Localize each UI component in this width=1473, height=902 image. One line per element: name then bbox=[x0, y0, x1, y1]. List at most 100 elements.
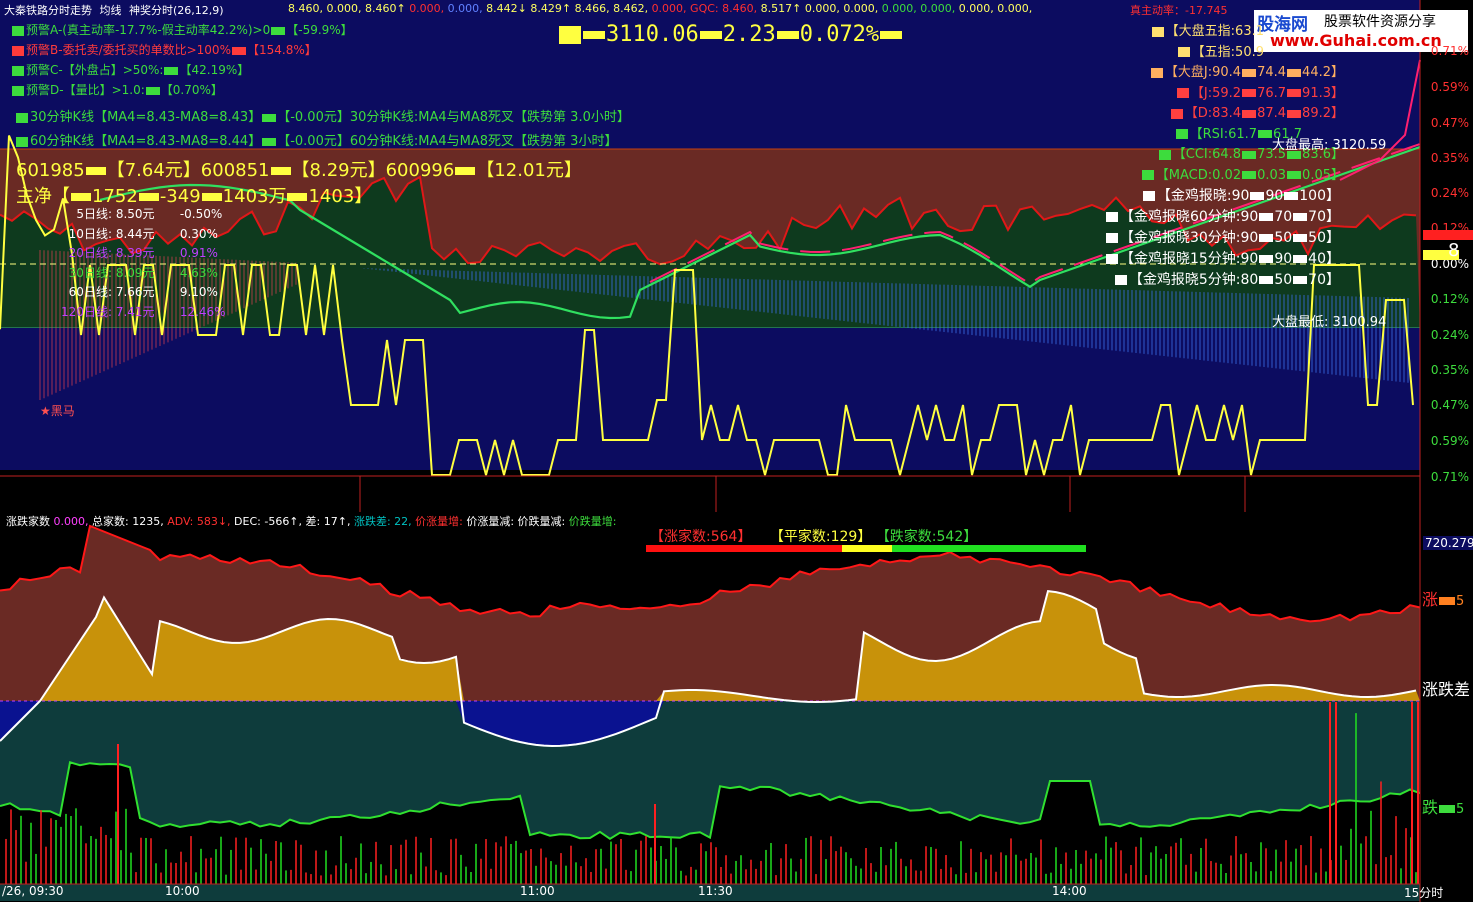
index-change: 2.23 bbox=[722, 22, 776, 47]
market-high: 大盘最高: 3120.59 bbox=[1272, 138, 1387, 153]
breadth-axis-top: 720.279 bbox=[1423, 536, 1473, 550]
chart-window: 大秦铁路分时走势 均线 神奖分时(26,12,9) 8.460, 0.000, … bbox=[0, 0, 1473, 902]
ma-table: 5日线: 8.50元 -0.50% 10日线: 8.44元 0.30% 20日线: … bbox=[40, 205, 226, 322]
indicator-market-j: 【大盘J:90.4 74.4 44.2】 bbox=[1110, 63, 1344, 84]
header-indicator[interactable]: 神奖分时(26,12,9) bbox=[129, 4, 224, 17]
alert-d: 预警D-【量比】>1.0: 【0.70%】 bbox=[12, 80, 353, 100]
breadth-bar-up bbox=[646, 545, 842, 552]
header-readout: 0.000, bbox=[958, 2, 998, 15]
price-axis-tick: 0.24% bbox=[1430, 328, 1469, 342]
header-tail: 真主动率：-17.745 bbox=[1130, 4, 1228, 17]
header-readout: 0.000, bbox=[326, 2, 365, 15]
golden-rooster-5: 【金鸡报晓5分钟:80 50 70】 bbox=[1060, 270, 1340, 291]
breadth-header-item: 总家数: 1235, bbox=[88, 515, 164, 528]
indicator-market-five: 【大盘五指:63.1 bbox=[1110, 22, 1344, 43]
breadth-legend: 【涨家数:564】 【平家数:129】 【跌家数:542】 bbox=[650, 526, 977, 546]
price-axis-tick: 0.35% bbox=[1430, 363, 1469, 377]
header-readout: 0.000, bbox=[651, 2, 691, 15]
header-readout: 8.462, bbox=[613, 2, 652, 15]
kline-status: 30分钟K线【MA4=8.43-MA8=8.43】 【-0.00元】30分钟K线:… bbox=[16, 106, 630, 154]
breadth-title: 涨跌家数 bbox=[6, 515, 50, 528]
header-readout: 8.466, bbox=[574, 2, 614, 15]
price-marker-red bbox=[1423, 230, 1473, 240]
breadth-header-item: 价跌量增: bbox=[565, 515, 617, 528]
time-label-open: /26, 09:30 bbox=[2, 884, 64, 898]
time-label-1100: 11:00 bbox=[520, 884, 555, 898]
axis-diff-label: 涨跌差 bbox=[1422, 680, 1471, 699]
price-axis-tick: 0.47% bbox=[1430, 398, 1469, 412]
breadth-header-item: 0.000, bbox=[53, 515, 89, 528]
index-value: 3110.06 bbox=[606, 22, 699, 47]
indicator-panel: 【大盘五指:63.1 【五指:50.9 【大盘J:90.4 74.4 44.2】 【… bbox=[1110, 22, 1344, 186]
header-title: 大秦铁路分时走势 bbox=[4, 4, 92, 17]
breadth-up: 【涨家数:564】 bbox=[650, 529, 752, 545]
header-readout: 0.000, bbox=[409, 2, 448, 15]
breadth-header-item: 价跌量减: bbox=[514, 515, 566, 528]
kline-60min: 60分钟K线【MA4=8.43-MA8=8.44】 【-0.00元】60分钟K线:… bbox=[16, 130, 630, 154]
ma-5: 5日线: 8.50元 -0.50% bbox=[76, 207, 223, 221]
alert-list: 预警A-(真主动率-17.7%-假主动率42.2%)>0 【-59.9%】 预警B… bbox=[12, 20, 353, 100]
golden-rooster-60: 【金鸡报晓60分钟:90 70 70】 bbox=[1060, 207, 1340, 228]
golden-rooster-daily: 【金鸡报晓:90 90 100】 bbox=[1060, 186, 1340, 207]
indicator-five: 【五指:50.9 bbox=[1110, 43, 1344, 64]
time-axis: /26, 09:30 10:00 11:00 11:30 14:00 15分时 bbox=[0, 884, 1473, 902]
time-label-1000: 10:00 bbox=[165, 884, 200, 898]
alert-c: 预警C-【外盘占】>50%: 【42.19%】 bbox=[12, 60, 353, 80]
breadth-bar-down bbox=[892, 545, 1086, 552]
axis-up-label: 涨5 bbox=[1422, 590, 1465, 609]
breadth-header-item: 价涨量增: bbox=[411, 515, 463, 528]
header-readout: 0.000, bbox=[804, 2, 844, 15]
ma-10: 10日线: 8.44元 0.30% bbox=[68, 226, 218, 241]
index-quote: 3110.06 2.23 0.072% bbox=[558, 22, 903, 47]
price-axis-tick: 0.71% bbox=[1430, 470, 1469, 484]
price-axis-tick: 0.12% bbox=[1430, 292, 1469, 306]
alert-b: 预警B-委托卖/委托买的单数比>100% 【154.8%】 bbox=[12, 40, 353, 60]
golden-rooster-15: 【金鸡报晓15分钟:90 90 40】 bbox=[1060, 249, 1340, 270]
time-label-1130: 11:30 bbox=[698, 884, 733, 898]
star-label: ★黑马 bbox=[40, 404, 75, 418]
price-axis-tick: 0.59% bbox=[1430, 80, 1469, 94]
header-mode[interactable]: 均线 bbox=[100, 4, 122, 17]
header-readout: 0.000, bbox=[881, 2, 921, 15]
price-axis-tick: 0.47% bbox=[1430, 116, 1469, 130]
header-readout: 8.517↑ bbox=[760, 2, 805, 15]
header-readout: 8.460↑ bbox=[364, 2, 410, 15]
time-label-close: 15分时 bbox=[1404, 886, 1444, 900]
breadth-header-item: DEC: -566↑, bbox=[230, 515, 303, 528]
breadth-header: 涨跌家数 0.000, 总家数: 1235, ADV: 583↓, DEC: -… bbox=[6, 513, 616, 529]
indicator-j: 【J:59.2 76.7 91.3】 bbox=[1110, 84, 1344, 105]
header-readouts: 8.460, 0.000, 8.460↑ 0.000, 0.000, 8.442… bbox=[288, 2, 1032, 15]
ma-120: 120日线: 7.41元 12.46% bbox=[61, 304, 226, 319]
price-axis-tick: 0.59% bbox=[1430, 434, 1469, 448]
breadth-flat: 【平家数:129】 bbox=[769, 529, 872, 545]
header-readout: 0.000, bbox=[447, 2, 487, 15]
header-readout: 0.000, bbox=[920, 2, 959, 15]
price-axis-tick: 0.71% bbox=[1430, 44, 1469, 58]
breadth-header-item: 差: 17↑, bbox=[302, 515, 351, 528]
axis-down-label: 跌5 bbox=[1422, 798, 1465, 817]
index-pct: 0.072% bbox=[799, 22, 880, 47]
header-readout: 0.000, bbox=[843, 2, 882, 15]
breadth-bar-flat bbox=[842, 545, 892, 552]
kline-30min: 30分钟K线【MA4=8.43-MA8=8.43】 【-0.00元】30分钟K线:… bbox=[16, 106, 630, 130]
breadth-header-item: ADV: 583↓, bbox=[163, 515, 231, 528]
price-marker-label: 8 bbox=[1448, 240, 1460, 261]
price-axis-tick: 0.24% bbox=[1430, 186, 1469, 200]
related-stocks: 601985 【7.64元】600851 【8.29元】600996 【12.01元】 bbox=[16, 160, 582, 181]
header-readout: 8.460, bbox=[288, 2, 327, 15]
golden-rooster-panel: 【金鸡报晓:90 90 100】 【金鸡报晓60分钟:90 70 70】 【金鸡报晓30… bbox=[1060, 186, 1340, 291]
header-bar: 大秦铁路分时走势 均线 神奖分时(26,12,9) bbox=[4, 2, 224, 18]
breadth-header-item: 涨跌差: 22, bbox=[350, 515, 412, 528]
header-readout: 8.442↓ bbox=[486, 2, 531, 15]
breadth-down: 【跌家数:542】 bbox=[875, 529, 978, 545]
ma-60: 60日线: 7.66元 9.10% bbox=[68, 285, 218, 299]
header-readout: 0.000, bbox=[997, 2, 1033, 15]
ma-20: 20日线: 8.39元 0.91% bbox=[68, 246, 218, 260]
header-readout: 8.429↑ bbox=[530, 2, 575, 15]
indicator-macd: 【MACD:0.02 0.03 0.05】 bbox=[1110, 166, 1344, 187]
price-axis-tick: 0.35% bbox=[1430, 151, 1469, 165]
market-low: 大盘最低: 3100.94 bbox=[1272, 315, 1387, 330]
advance-decline-chart[interactable] bbox=[0, 512, 1473, 902]
breadth-header-item: 价涨量减: bbox=[462, 515, 515, 528]
header-readout: 8.460, bbox=[722, 2, 761, 15]
